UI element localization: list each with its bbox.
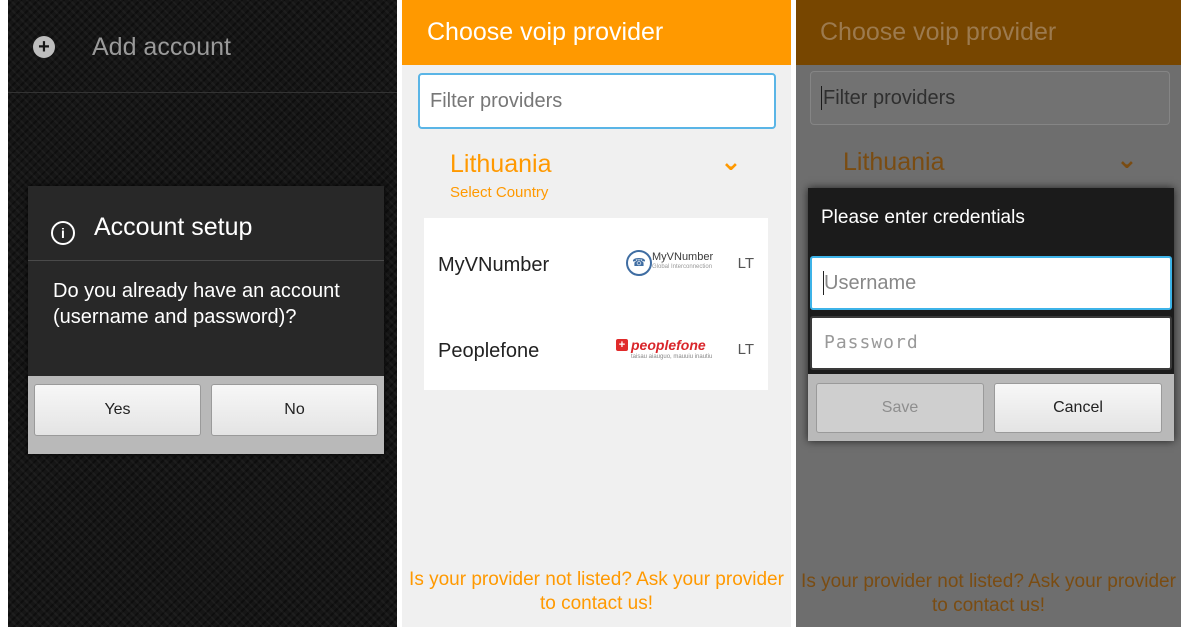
select-country-label: Select Country xyxy=(450,184,549,201)
not-listed-link[interactable]: Is your provider not listed? Ask your pr… xyxy=(402,568,791,616)
logo-text: peoplefone xyxy=(631,337,706,353)
username-field[interactable]: Username xyxy=(810,256,1172,310)
myvnumber-logo: ☎ MyVNumber Global Interconnection xyxy=(626,248,726,278)
yes-button[interactable]: Yes xyxy=(34,384,201,436)
no-button[interactable]: No xyxy=(211,384,378,436)
chevron-down-icon: ⌄ xyxy=(720,146,742,176)
plus-circle-icon: + xyxy=(33,36,55,58)
password-field[interactable]: Password xyxy=(810,316,1172,370)
username-placeholder: Username xyxy=(824,272,917,294)
dialog-title-bar: i Account setup xyxy=(28,186,384,261)
list-item[interactable]: MyVNumber ☎ MyVNumber Global Interconnec… xyxy=(424,218,768,304)
account-screen: + Add account i Account setup Do you alr… xyxy=(8,0,397,627)
country-code: LT xyxy=(737,255,754,272)
credentials-dialog: Please enter credentials Username Passwo… xyxy=(808,188,1174,441)
logo-tagline: Global Interconnection xyxy=(652,264,713,270)
dialog-title: Account setup xyxy=(94,213,253,241)
not-listed-link: Is your provider not listed? Ask your pr… xyxy=(801,571,1176,616)
add-account-item[interactable]: + Add account xyxy=(8,0,397,93)
filter-placeholder: Filter providers xyxy=(430,90,563,112)
account-setup-dialog: i Account setup Do you already have an a… xyxy=(28,186,384,454)
dialog-message: Do you already have an account (username… xyxy=(53,280,340,328)
filter-input[interactable]: Filter providers xyxy=(418,73,776,129)
info-icon: i xyxy=(51,221,75,245)
provider-name: Peoplefone xyxy=(438,340,540,362)
header-bar: Choose voip provider xyxy=(402,0,791,65)
chevron-down-icon: ⌄ xyxy=(1116,144,1138,174)
provider-name: MyVNumber xyxy=(438,254,550,276)
logo-text: MyVNumber xyxy=(652,251,714,263)
add-account-label: Add account xyxy=(92,33,231,61)
list-item[interactable]: Peoplefone + peoplefone taisau aiauguo, … xyxy=(424,304,768,390)
header-title: Choose voip provider xyxy=(427,18,664,46)
plus-box-icon: + xyxy=(616,339,628,351)
country-name: Lithuania xyxy=(843,148,945,176)
peoplefone-logo: + peoplefone taisau aiauguo, mauuiu inau… xyxy=(616,337,726,363)
save-button[interactable]: Save xyxy=(816,383,984,433)
cancel-button[interactable]: Cancel xyxy=(994,383,1162,433)
provider-list: MyVNumber ☎ MyVNumber Global Interconnec… xyxy=(424,218,768,390)
credentials-screen: Choose voip provider Filter providers Li… xyxy=(796,0,1181,627)
password-placeholder: Password xyxy=(824,332,919,353)
text-caret xyxy=(821,86,822,110)
provider-screen: Choose voip provider Filter providers Li… xyxy=(402,0,791,627)
header-bar: Choose voip provider xyxy=(796,0,1181,65)
filter-placeholder: Filter providers xyxy=(823,87,956,109)
dialog-title: Please enter credentials xyxy=(821,207,1025,228)
logo-tagline: taisau aiauguo, mauuiu inautiu xyxy=(631,354,713,360)
phone-icon: ☎ xyxy=(626,250,652,276)
header-title: Choose voip provider xyxy=(820,18,1057,46)
filter-input[interactable]: Filter providers xyxy=(810,71,1170,125)
country-code: LT xyxy=(737,341,754,358)
country-name: Lithuania xyxy=(450,150,552,178)
